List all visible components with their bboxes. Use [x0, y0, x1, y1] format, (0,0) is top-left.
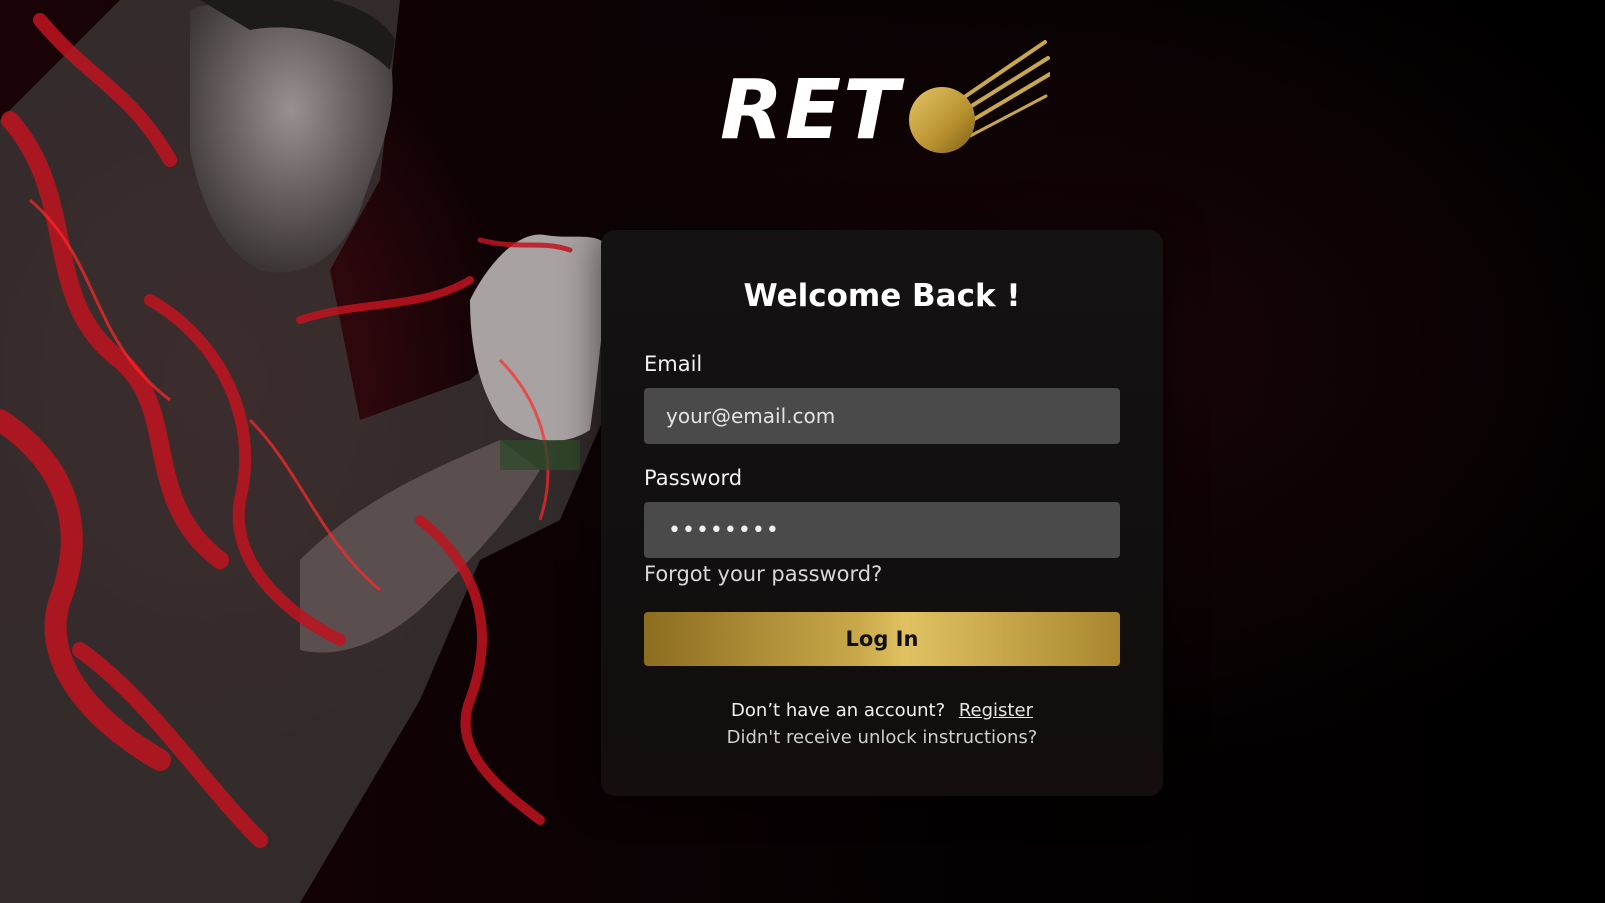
password-label: Password	[644, 466, 743, 490]
login-button[interactable]: Log In	[644, 612, 1120, 666]
email-input[interactable]	[644, 388, 1120, 444]
hero-illustration	[0, 0, 620, 903]
register-link[interactable]: Register	[959, 700, 1033, 721]
no-account-text: Don’t have an account?	[731, 700, 946, 721]
login-card: Welcome Back ! Email Password •••••••• F…	[601, 230, 1163, 796]
forgot-password-link[interactable]: Forgot your password?	[644, 562, 882, 586]
password-input[interactable]: ••••••••	[644, 502, 1120, 558]
golden-ball-icon	[909, 40, 1050, 153]
register-row: Don’t have an account? Register	[601, 700, 1163, 721]
email-label: Email	[644, 352, 703, 376]
brand-logo: RET	[720, 40, 1050, 160]
card-title: Welcome Back !	[743, 278, 1021, 314]
unlock-instructions-link[interactable]: Didn't receive unlock instructions?	[601, 727, 1163, 748]
logo-text: RET	[720, 63, 902, 158]
